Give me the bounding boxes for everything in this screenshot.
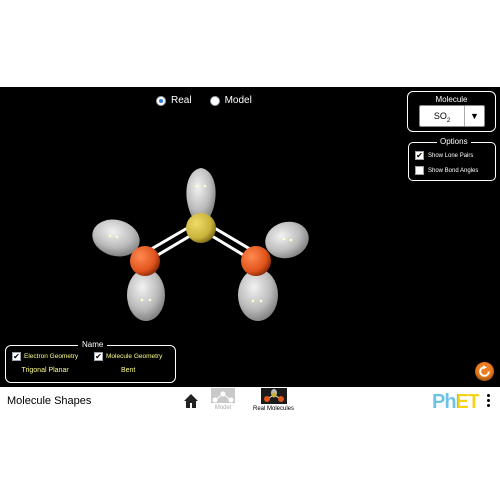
screen-label-model: Model [214,405,232,411]
screen-label-real-molecules: Real Molecules [253,406,295,412]
lone-pair-oxygen-right-lower [238,269,278,321]
atom-sulfur [186,213,216,243]
show-bond-angles-checkbox[interactable]: Show Bond Angles [415,166,478,175]
molecule-dropdown-value: SO2 [420,106,465,126]
checkbox-empty-icon[interactable] [415,166,424,175]
options-panel: Options ✔ Show Lone Pairs Show Bond Angl… [408,137,496,181]
screen-button-model[interactable]: Model [211,388,235,411]
checkmark-icon[interactable]: ✔ [94,352,103,361]
radio-button[interactable] [209,95,220,106]
mode-radio-real[interactable]: Real [156,95,192,106]
mode-label-model: Model [224,95,252,106]
mode-radio-group: Real Model [156,95,252,106]
atom-oxygen-right [241,246,271,276]
model-screen-icon [211,388,235,403]
mode-label-real: Real [171,95,192,106]
electron-geometry-value: Trigonal Planar [21,367,69,374]
molecule-geometry-label: Molecule Geometry [106,353,163,360]
radio-button[interactable] [156,95,166,106]
name-panel: Name ✔ Electron Geometry Trigonal Planar… [5,340,176,383]
show-lone-pairs-checkbox[interactable]: ✔ Show Lone Pairs [415,151,473,160]
molecule-panel: Molecule SO2 ▼ [407,91,496,132]
menu-icon[interactable] [485,394,491,412]
phet-logo-text: PhET [432,391,480,413]
navigation-bar: Molecule Shapes Model Real Molecules PhE… [0,387,500,418]
molecule-panel-title: Molecule [435,95,468,104]
name-panel-title: Name [78,340,108,349]
lone-pair-oxygen-left-lower [127,269,165,321]
chevron-down-icon[interactable]: ▼ [465,111,484,121]
checkmark-icon[interactable]: ✔ [12,352,21,361]
phet-logo[interactable]: PhET [432,391,480,414]
atom-oxygen-left [130,246,160,276]
molecule-dropdown[interactable]: SO2 ▼ [419,105,485,127]
reset-all-button[interactable] [475,362,494,381]
molecule-geometry-value: Bent [120,367,136,374]
electron-geometry-checkbox[interactable]: ✔ Electron Geometry [12,352,78,361]
show-lone-pairs-label: Show Lone Pairs [428,152,474,159]
molecule-formula: SO [433,111,447,121]
molecule-formula-subscript: 2 [446,117,451,124]
molecule-geometry-checkbox[interactable]: ✔ Molecule Geometry [94,352,162,361]
options-panel-title: Options [437,137,471,146]
home-icon [184,394,198,408]
molecule-3d-viewport[interactable] [0,87,500,387]
home-button[interactable] [183,393,199,409]
show-bond-angles-label: Show Bond Angles [428,167,479,174]
sim-play-area: Real Model Molecule SO2 ▼ Options ✔ Show… [0,87,500,387]
mode-radio-model[interactable]: Model [209,95,252,106]
electron-geometry-label: Electron Geometry [24,353,79,360]
molecule-geometry-group: ✔ Molecule Geometry Bent [94,352,162,374]
electron-geometry-group: ✔ Electron Geometry Trigonal Planar [12,352,78,374]
checkmark-icon[interactable]: ✔ [415,151,424,160]
reset-icon [479,365,490,377]
sim-title: Molecule Shapes [7,395,92,407]
screen-button-real-molecules[interactable]: Real Molecules [253,388,294,412]
real-molecules-screen-icon [260,388,287,404]
